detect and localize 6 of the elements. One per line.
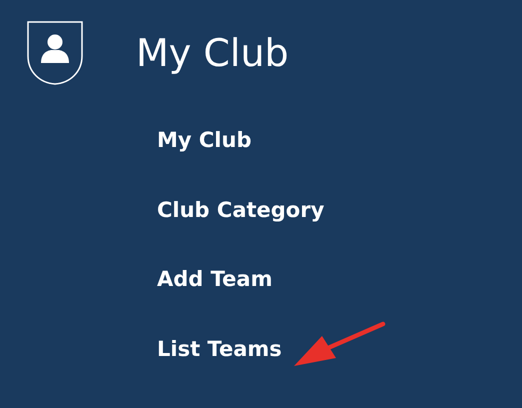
menu-link[interactable]: Add Team: [157, 267, 272, 292]
menu-link[interactable]: Club Category: [157, 198, 324, 223]
menu-link[interactable]: My Club: [157, 128, 252, 154]
shield-user-icon: [26, 20, 84, 86]
menu-link[interactable]: List Teams: [157, 336, 282, 362]
page-title: My Club: [136, 34, 289, 72]
